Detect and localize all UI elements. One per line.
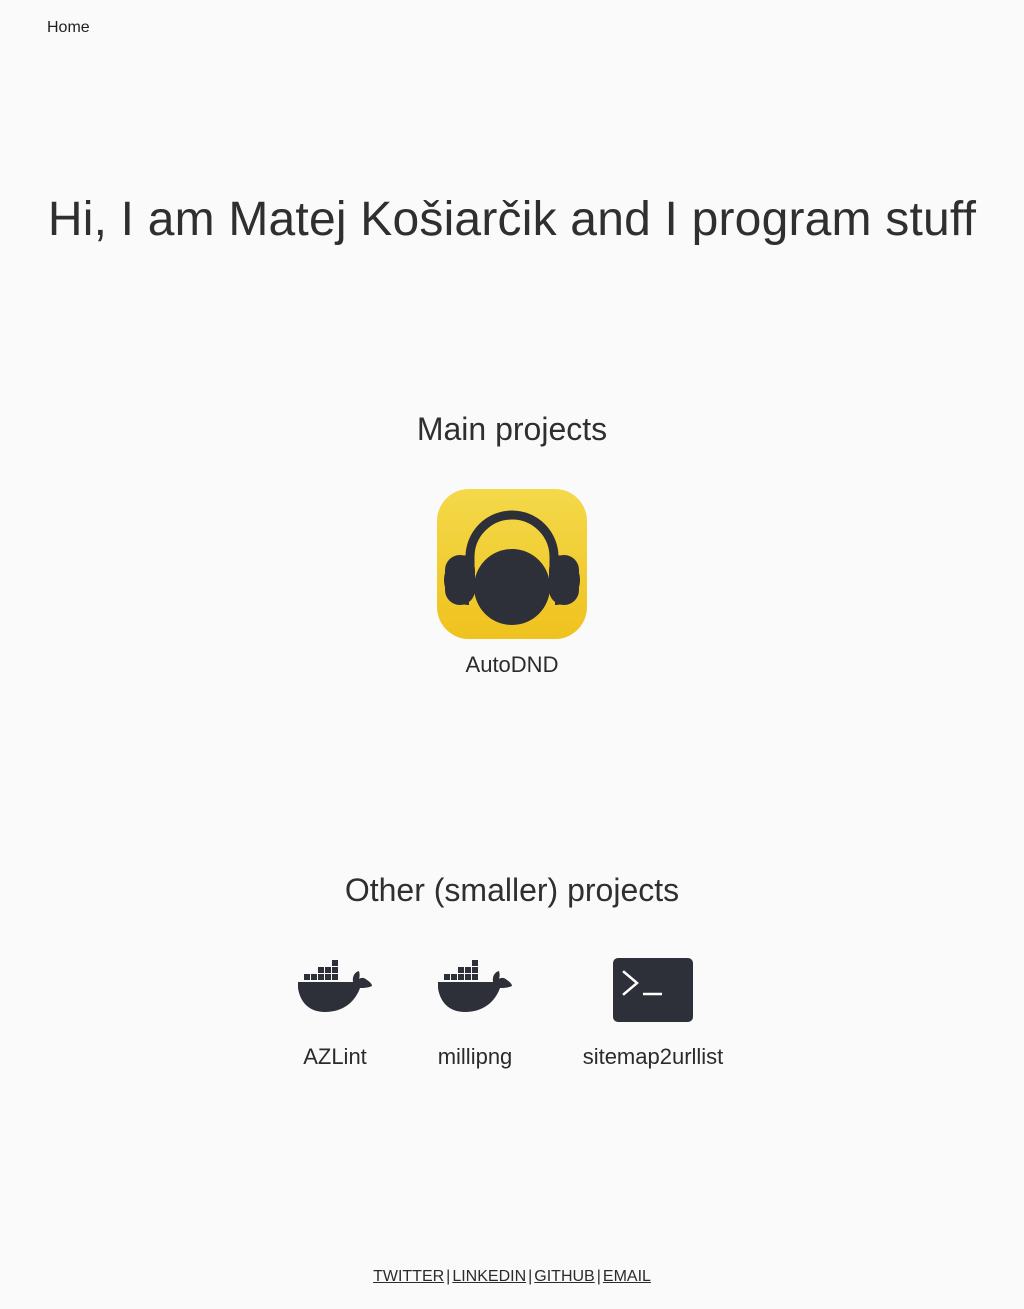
nav-home-link[interactable]: Home (47, 19, 90, 37)
footer: TWITTER | LINKEDIN | GITHUB | EMAIL (0, 1268, 1024, 1286)
project-label: AutoDND (465, 652, 559, 677)
docker-whale-icon (425, 958, 525, 1024)
page: Home Hi, I am Matej Košiarčik and I prog… (0, 0, 1024, 1309)
docker-whale-icon (285, 958, 385, 1024)
project-sitemap2urllist[interactable]: sitemap2urllist (563, 958, 743, 1070)
project-label: millipng (437, 1044, 513, 1069)
page-title: Hi, I am Matej Košiarčik and I program s… (47, 193, 977, 246)
linkedin-link[interactable]: LINKEDIN (452, 1268, 526, 1285)
other-projects-heading: Other (smaller) projects (344, 872, 680, 908)
email-link[interactable]: EMAIL (603, 1268, 651, 1285)
footer-separator: | (596, 1268, 601, 1285)
project-azlint[interactable]: AZLint (285, 958, 385, 1070)
project-millipng[interactable]: millipng (425, 958, 525, 1070)
twitter-link[interactable]: TWITTER (373, 1268, 444, 1285)
project-label: sitemap2urllist (582, 1044, 724, 1069)
github-link[interactable]: GITHUB (534, 1268, 594, 1285)
headphones-app-icon (437, 489, 587, 639)
terminal-icon (563, 958, 743, 1024)
main-projects-heading: Main projects (416, 411, 608, 447)
project-autodnd[interactable]: AutoDND (412, 489, 612, 678)
project-label: AZLint (303, 1044, 367, 1069)
